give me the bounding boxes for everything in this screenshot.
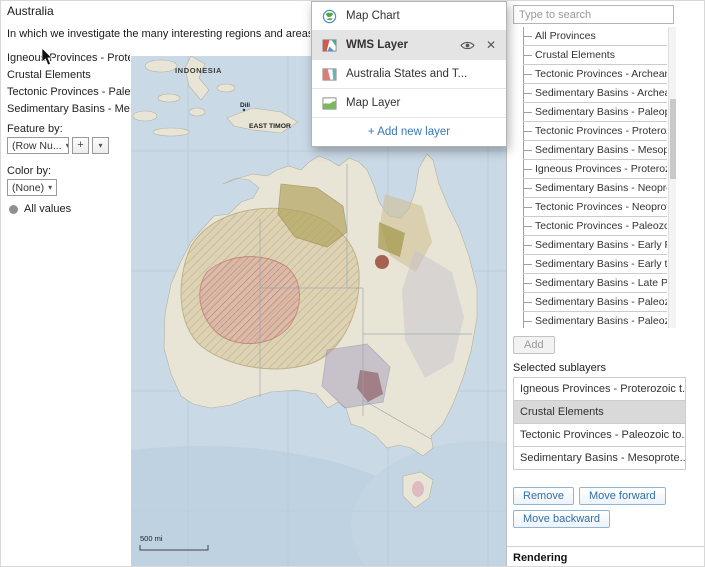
layer-row[interactable]: Map Chart — [312, 2, 506, 31]
available-sublayer-item[interactable]: All Provinces — [523, 27, 667, 46]
feature-options-button[interactable]: ▾ — [92, 137, 109, 154]
selected-sublayer-item[interactable]: Sedimentary Basins - Mesoprote... — [513, 447, 686, 470]
add-new-layer-link[interactable]: + Add new layer — [312, 118, 506, 146]
scrollbar-track[interactable] — [668, 27, 676, 328]
legend-item: Crustal Elements — [7, 67, 130, 84]
page-title: Australia — [7, 4, 54, 18]
available-sublayer-item[interactable]: Sedimentary Basins - Neoprote... — [523, 179, 667, 198]
available-sublayer-item[interactable]: Tectonic Provinces - Neoproter... — [523, 198, 667, 217]
selected-sublayer-item[interactable]: Crustal Elements — [513, 401, 686, 424]
move-forward-button[interactable]: Move forward — [579, 487, 666, 505]
wms-layer-icon — [322, 38, 337, 53]
search-input[interactable] — [513, 5, 674, 24]
page-subtitle: In which we investigate the many interes… — [7, 28, 310, 40]
feature-layer-icon — [322, 67, 337, 82]
add-column-button[interactable]: + — [72, 137, 89, 154]
color-by-dropdown[interactable]: (None) ▾ — [7, 179, 57, 196]
map-layer-icon — [322, 96, 337, 111]
map-label-east-timor: EAST TIMOR — [249, 123, 291, 130]
color-by-label: Color by: — [7, 165, 51, 177]
layer-label: Map Chart — [346, 10, 498, 22]
available-sublayer-item[interactable]: Crustal Elements — [523, 46, 667, 65]
map-label-dili: Dili — [240, 102, 250, 109]
all-values-label: All values — [24, 203, 71, 215]
legend-item: Tectonic Provinces - Paleoz — [7, 84, 130, 101]
close-icon[interactable]: ✕ — [484, 38, 498, 52]
map-chart-icon — [322, 9, 337, 24]
section-divider — [507, 546, 705, 547]
selected-sublayers-label: Selected sublayers — [513, 362, 606, 374]
selected-sublayer-item[interactable]: Tectonic Provinces - Paleozoic to... — [513, 424, 686, 447]
feature-by-controls: (Row Nu... ▾ + ▾ — [7, 137, 109, 154]
available-sublayer-item[interactable]: Tectonic Provinces - Proterozoic — [523, 122, 667, 141]
chevron-down-icon: ▾ — [48, 183, 52, 192]
remove-button[interactable]: Remove — [513, 487, 574, 505]
legend-item: Sedimentary Basins - Meso — [7, 101, 130, 118]
chevron-down-icon: ▾ — [66, 141, 69, 150]
layer-label: Australia States and T... — [346, 68, 498, 80]
available-sublayer-item[interactable]: Sedimentary Basins - Early Pal... — [523, 236, 667, 255]
color-swatch-icon — [9, 205, 18, 214]
legend-item: Igneous Provinces - Protero — [7, 50, 130, 67]
layers-popup: Map Chart WMS Layer ✕ Australia States a… — [311, 1, 507, 147]
available-sublayer-item[interactable]: Sedimentary Basins - Paleozoic... — [523, 312, 667, 328]
available-sublayer-item[interactable]: Tectonic Provinces - Paleozoic t... — [523, 217, 667, 236]
available-sublayer-item[interactable]: Sedimentary Basins - Paleoprot... — [523, 103, 667, 122]
feature-by-label: Feature by: — [7, 123, 63, 135]
layer-row[interactable]: Australia States and T... — [312, 60, 506, 89]
available-sublayer-item[interactable]: Sedimentary Basins - Early to L... — [523, 255, 667, 274]
map-scale-label: 500 mi — [140, 534, 163, 543]
sublayers-settings-panel: All Provinces Crustal Elements Tectonic … — [506, 1, 705, 567]
chevron-down-icon: ▾ — [98, 142, 102, 150]
scrollbar-thumb[interactable] — [670, 99, 676, 179]
move-backward-button[interactable]: Move backward — [513, 510, 610, 528]
layer-row[interactable]: Map Layer — [312, 89, 506, 118]
color-by-value: (None) — [12, 182, 44, 194]
layer-label: WMS Layer — [346, 39, 451, 51]
sublayer-actions: Remove Move forward — [513, 487, 666, 505]
map-visualization-page: Australia In which we investigate the ma… — [0, 0, 705, 567]
visibility-toggle[interactable] — [460, 40, 475, 51]
layer-row[interactable]: WMS Layer ✕ — [312, 31, 506, 60]
available-sublayer-item[interactable]: Sedimentary Basins - Mesoprot... — [523, 141, 667, 160]
layer-label: Map Layer — [346, 97, 498, 109]
map-label-indonesia: INDONESIA — [175, 66, 222, 75]
available-sublayer-item[interactable]: Sedimentary Basins - Archean t... — [523, 84, 667, 103]
selected-sublayer-item[interactable]: Igneous Provinces - Proterozoic t... — [513, 378, 686, 401]
selected-sublayers-list: Igneous Provinces - Proterozoic t... Cru… — [513, 377, 686, 470]
feature-by-dropdown[interactable]: (Row Nu... ▾ — [7, 137, 69, 154]
available-sublayer-item[interactable]: Igneous Provinces - Proterozoi... — [523, 160, 667, 179]
eye-icon — [460, 40, 475, 51]
available-sublayers-list: All Provinces Crustal Elements Tectonic … — [513, 27, 676, 328]
color-by-controls: (None) ▾ — [7, 179, 57, 196]
add-sublayer-button[interactable]: Add — [513, 336, 555, 354]
available-sublayer-item[interactable]: Sedimentary Basins - Late Pale... — [523, 274, 667, 293]
available-sublayer-item[interactable]: Tectonic Provinces - Archean to... — [523, 65, 667, 84]
available-sublayer-item[interactable]: Sedimentary Basins - Paleozoic... — [523, 293, 667, 312]
rendering-section-header[interactable]: Rendering — [513, 552, 567, 564]
map-legend: Igneous Provinces - Protero Crustal Elem… — [7, 50, 130, 118]
feature-by-value: (Row Nu... — [12, 140, 62, 152]
all-values-item[interactable]: All values — [9, 203, 71, 215]
sublayer-actions-2: Move backward — [513, 509, 610, 528]
